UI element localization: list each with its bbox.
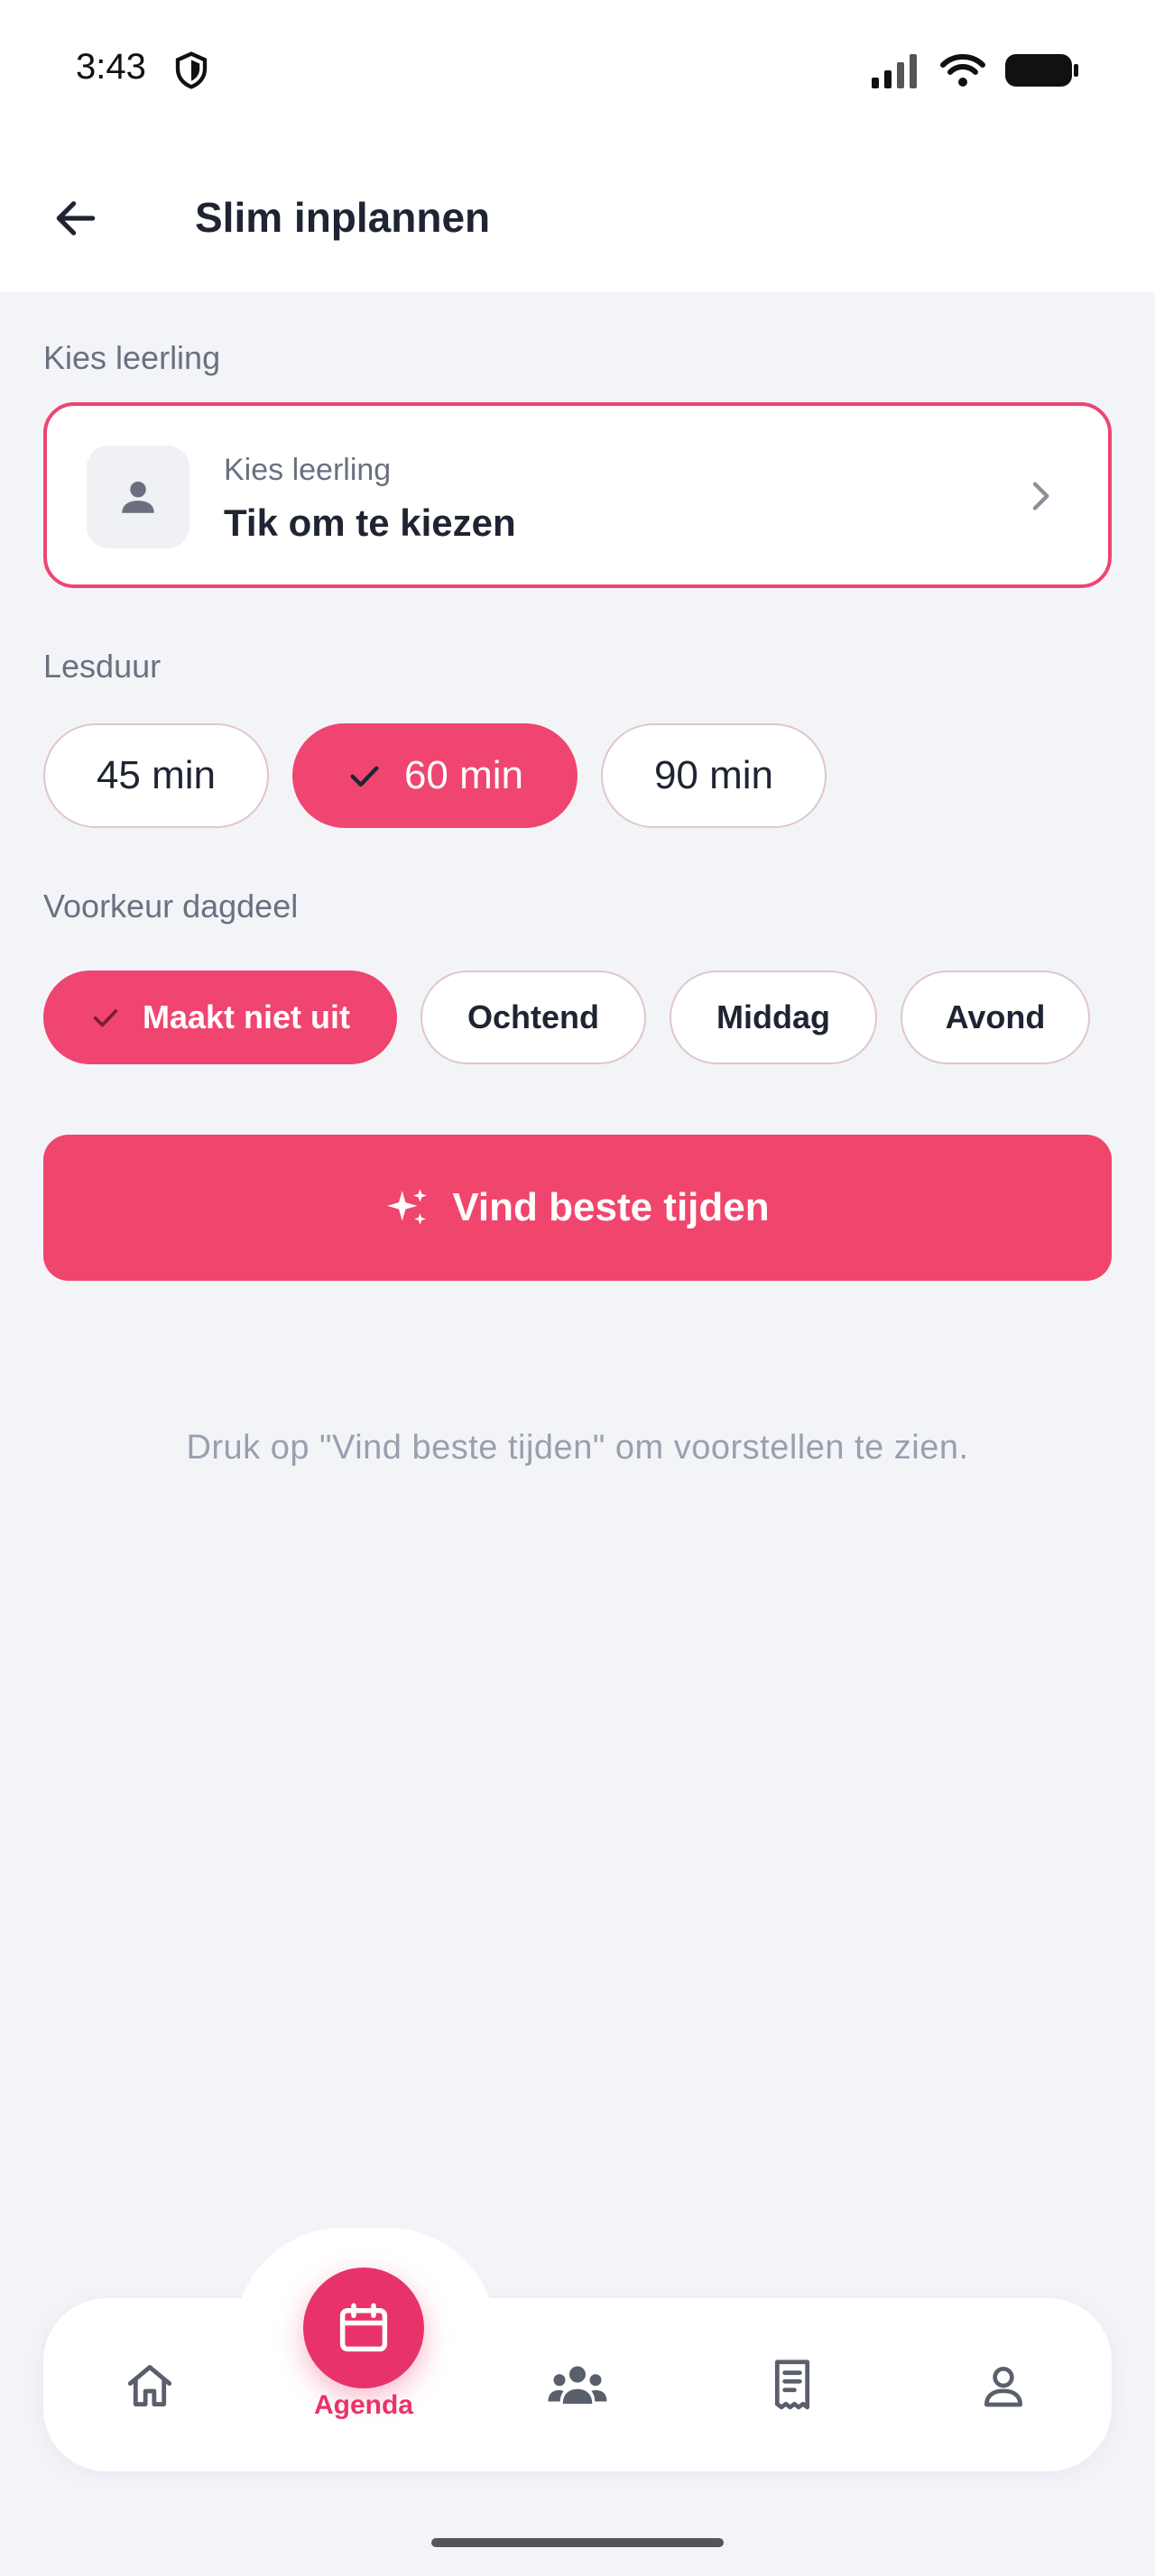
tab-home[interactable]: [96, 2336, 204, 2435]
arrow-left-icon: [56, 201, 96, 235]
status-time: 3:43: [76, 47, 146, 87]
student-section-label: Kies leerling: [43, 339, 221, 376]
duration-option-90[interactable]: 90 min: [601, 723, 827, 828]
profile-icon: [984, 2367, 1022, 2407]
duration-option-45[interactable]: 45 min: [43, 723, 269, 828]
daypart-option-label: Avond: [945, 998, 1046, 1035]
shield-icon: [175, 51, 208, 89]
groups-icon: [548, 2366, 607, 2404]
find-best-times-label: Vind beste tijden: [452, 1185, 770, 1229]
student-picker-label: Kies leerling: [224, 453, 392, 487]
receipt-icon: [774, 2360, 810, 2410]
calendar-icon: [339, 2303, 388, 2352]
duration-option-label: 90 min: [653, 753, 774, 797]
duration-option-label: 45 min: [96, 753, 217, 797]
student-picker-value: Tik om te kiezen: [224, 501, 516, 544]
duration-option-60[interactable]: 60 min: [292, 723, 578, 828]
duration-options: 45 min 60 min 90 min: [43, 723, 827, 828]
empty-state-hint: Druk op "Vind beste tijden" om voorstell…: [186, 1429, 969, 1467]
daypart-option-evening[interactable]: Avond: [901, 971, 1090, 1064]
daypart-option-afternoon[interactable]: Middag: [670, 971, 877, 1064]
check-icon: [350, 766, 379, 787]
daypart-option-label: Maakt niet uit: [142, 998, 351, 1035]
tab-invoices[interactable]: [738, 2336, 846, 2435]
page-title: Slim inplannen: [195, 194, 491, 241]
check-icon: [93, 1009, 118, 1027]
duration-section-label: Lesduur: [43, 648, 162, 685]
daypart-option-any[interactable]: Maakt niet uit: [43, 971, 397, 1064]
duration-option-label: 60 min: [403, 753, 524, 797]
app-header: Slim inplannen: [0, 144, 1155, 292]
daypart-section-label: Voorkeur dagdeel: [43, 888, 299, 925]
chevron-right-icon: [1032, 482, 1049, 511]
daypart-option-label: Ochtend: [467, 998, 599, 1035]
tab-agenda-label: Agenda: [313, 2390, 413, 2420]
daypart-option-label: Middag: [716, 998, 830, 1035]
wifi-icon: [940, 54, 985, 87]
daypart-option-morning[interactable]: Ochtend: [420, 971, 646, 1064]
sparkles-icon: [387, 1189, 428, 1225]
tab-profile[interactable]: [949, 2336, 1058, 2435]
avatar: [87, 446, 189, 548]
person-icon: [122, 481, 154, 513]
student-picker[interactable]: Kies leerling Tik om te kiezen: [43, 402, 1112, 588]
tab-students[interactable]: [523, 2336, 632, 2435]
battery-icon: [1005, 54, 1078, 87]
signal-icon: [872, 54, 917, 88]
tab-agenda[interactable]: [303, 2268, 424, 2388]
home-indicator: [431, 2538, 724, 2547]
back-button[interactable]: [47, 189, 105, 247]
home-icon: [127, 2365, 172, 2406]
daypart-options: Maakt niet uit Ochtend Middag Avond: [43, 971, 1090, 1064]
find-best-times-button[interactable]: Vind beste tijden: [43, 1135, 1112, 1281]
status-indicators: [870, 52, 1079, 88]
status-bar: 3:43: [0, 0, 1155, 144]
